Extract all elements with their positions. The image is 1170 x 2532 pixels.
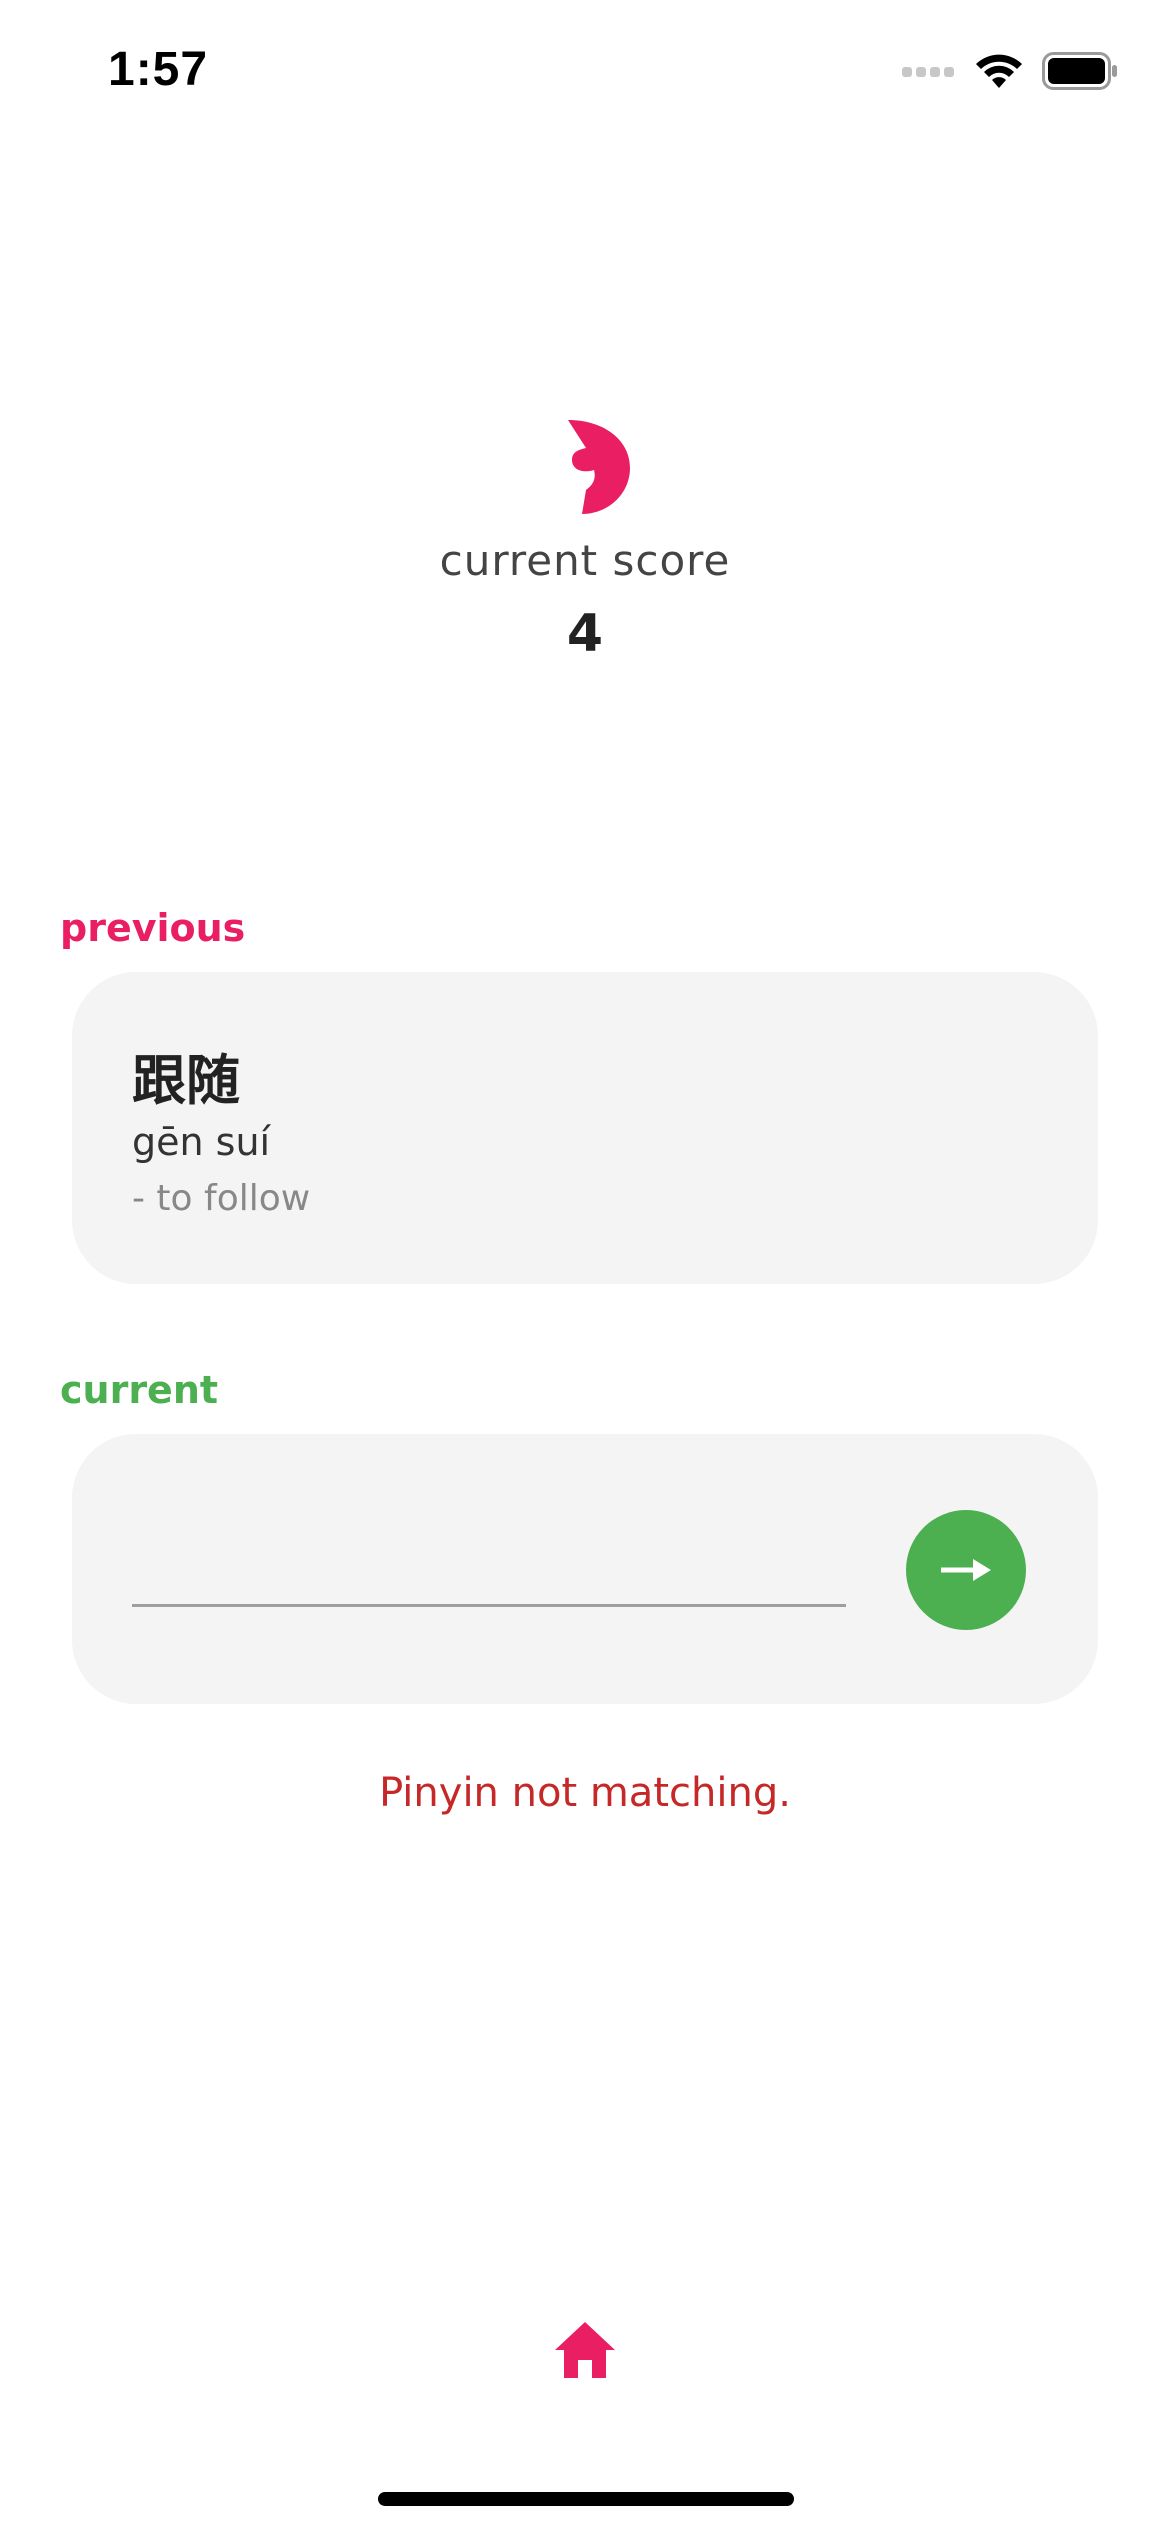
wifi-icon <box>976 54 1022 88</box>
arrow-right-icon <box>941 1559 991 1581</box>
cellular-signal-icon <box>902 67 954 77</box>
app-logo-icon <box>568 420 630 514</box>
battery-icon <box>1042 52 1117 90</box>
previous-hanzi: 跟随 <box>132 1049 240 1112</box>
previous-pinyin: gēn suí <box>132 1120 271 1164</box>
status-icons <box>902 52 1118 90</box>
score-label: current score <box>439 536 731 585</box>
error-message: Pinyin not matching. <box>379 1770 791 1816</box>
previous-label: previous <box>60 906 246 950</box>
current-label: current <box>60 1368 219 1412</box>
status-time: 1:57 <box>108 43 209 96</box>
submit-button[interactable] <box>906 1510 1026 1630</box>
previous-card: 跟随 gēn suí - to follow <box>72 972 1098 1284</box>
previous-meaning: - to follow <box>132 1178 311 1219</box>
score-value: 4 <box>566 604 604 664</box>
home-icon[interactable] <box>553 2320 617 2380</box>
pinyin-input[interactable] <box>132 1524 846 1607</box>
home-indicator[interactable] <box>378 2492 794 2506</box>
current-card <box>72 1434 1098 1704</box>
